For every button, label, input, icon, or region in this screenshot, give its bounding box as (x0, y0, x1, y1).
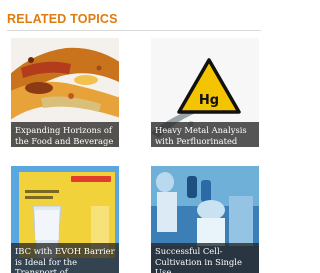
svg-text:Hg: Hg (199, 93, 219, 108)
card-caption: IBC with EVOH Barrier is Ideal for the T… (11, 243, 119, 273)
related-topic-card-ibc-evoh[interactable]: IBC with EVOH Barrier is Ideal for the T… (11, 166, 119, 273)
card-caption: Expanding Horizons of the Food and Bever… (11, 122, 119, 147)
section-divider (7, 30, 261, 31)
section-title: RELATED TOPICS (7, 12, 118, 26)
related-topic-card-food-beverage[interactable]: Expanding Horizons of the Food and Bever… (11, 38, 119, 147)
card-caption: Successful Cell-Cultivation in Single Us… (151, 243, 259, 273)
related-topic-card-cell-cultivation[interactable]: Successful Cell-Cultivation in Single Us… (151, 166, 259, 273)
related-topic-card-heavy-metal[interactable]: Hg Heavy Metal Analysis with Perfluorina… (151, 38, 259, 147)
card-caption: Heavy Metal Analysis with Perfluorinated (151, 122, 259, 147)
